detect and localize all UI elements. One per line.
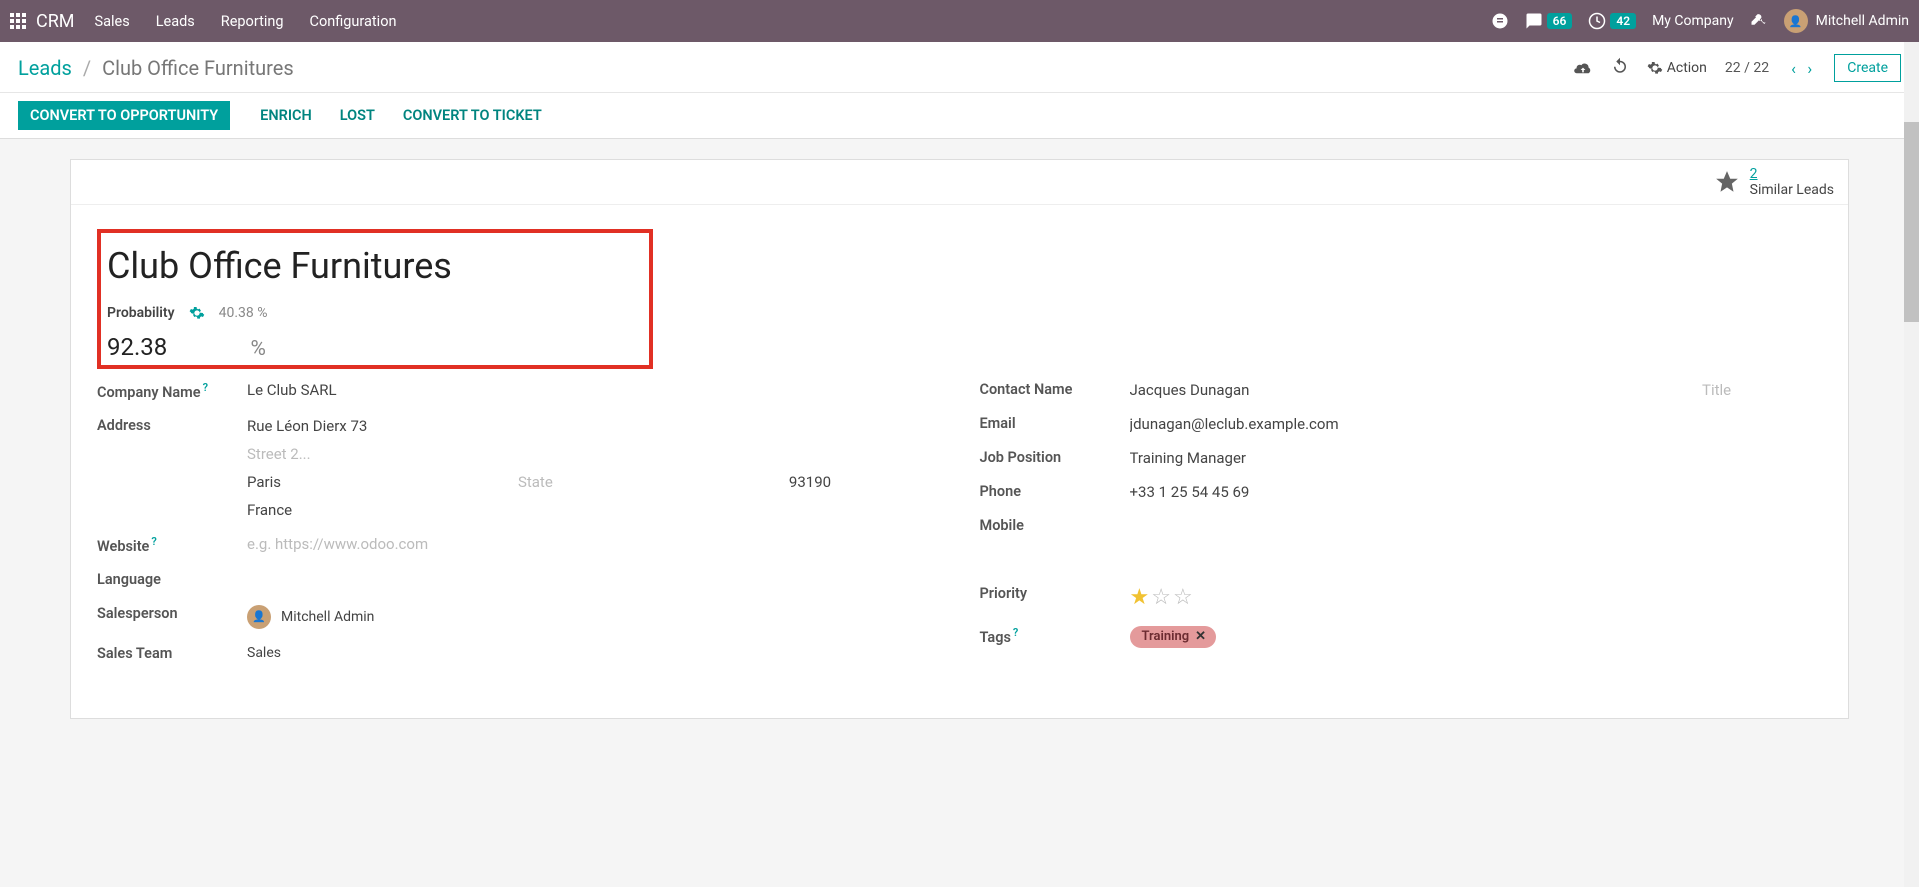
pager: 22 / 22: [1725, 60, 1769, 76]
pager-next[interactable]: ›: [1803, 59, 1816, 78]
chat-icon: [1525, 12, 1543, 30]
nav-leads[interactable]: Leads: [156, 13, 195, 30]
probability-input[interactable]: [107, 333, 247, 361]
priority-label: Priority: [980, 585, 1130, 610]
contact-label: Contact Name: [980, 381, 1130, 399]
activities-button[interactable]: 42: [1588, 12, 1636, 30]
crumb-current: Club Office Furnitures: [102, 56, 294, 80]
discuss-button[interactable]: 66: [1525, 12, 1573, 30]
star-2[interactable]: ☆: [1151, 585, 1173, 610]
mobile-label: Mobile: [980, 517, 1130, 535]
tags-label: Tags: [980, 629, 1011, 646]
state-input[interactable]: [518, 473, 769, 491]
control-panel: Leads / Club Office Furnitures Action 22…: [0, 42, 1919, 93]
nav-right: 66 42 My Company 👤 Mitchell Admin: [1491, 9, 1909, 33]
contact-title-input[interactable]: [1702, 381, 1822, 399]
avatar: 👤: [1784, 9, 1808, 33]
cloud-upload-icon[interactable]: [1573, 58, 1593, 78]
form-sheet: 2 Similar Leads Club Office Furnitures P…: [70, 159, 1849, 719]
pager-prev[interactable]: ‹: [1787, 59, 1800, 78]
percent-symbol: %: [250, 337, 265, 361]
help-icon[interactable]: ?: [203, 381, 208, 394]
salesperson-label: Salesperson: [97, 605, 247, 629]
contact-name-input[interactable]: [1130, 381, 1685, 399]
similar-label: Similar Leads: [1750, 182, 1834, 198]
enrich-button[interactable]: ENRICH: [248, 101, 324, 130]
action-label: Action: [1667, 60, 1707, 76]
language-label: Language: [97, 571, 247, 589]
salesteam-value[interactable]: Sales: [247, 645, 281, 661]
crumb-leads[interactable]: Leads: [18, 56, 72, 80]
tools-icon[interactable]: [1750, 12, 1768, 30]
nav-sales[interactable]: Sales: [95, 13, 130, 30]
address-label: Address: [97, 417, 247, 519]
company-input[interactable]: [247, 381, 940, 399]
country-input[interactable]: [247, 501, 940, 519]
salesperson-value[interactable]: Mitchell Admin: [281, 609, 374, 625]
phone-icon[interactable]: [1491, 12, 1509, 30]
company-selector[interactable]: My Company: [1652, 13, 1734, 29]
tag-label: Training: [1142, 629, 1190, 644]
email-input[interactable]: [1130, 415, 1823, 433]
city-input[interactable]: [247, 473, 498, 491]
language-input[interactable]: [247, 571, 940, 589]
highlight-box: Club Office Furnitures Probability 40.38…: [97, 229, 653, 369]
auto-probability-button[interactable]: [189, 305, 205, 321]
lost-button[interactable]: LOST: [328, 101, 387, 130]
salesteam-label: Sales Team: [97, 645, 247, 662]
convert-ticket-button[interactable]: CONVERT TO TICKET: [391, 101, 554, 130]
breadcrumb: Leads / Club Office Furnitures: [18, 56, 1573, 80]
undo-icon[interactable]: [1611, 57, 1629, 79]
mobile-input[interactable]: [1130, 517, 1823, 535]
position-label: Job Position: [980, 449, 1130, 467]
website-label: Website: [97, 538, 149, 555]
lead-title[interactable]: Club Office Furnitures: [107, 245, 643, 287]
star-icon: [1714, 169, 1740, 195]
similar-leads-button[interactable]: 2 Similar Leads: [1714, 166, 1834, 198]
gear-icon: [1647, 60, 1663, 76]
tag-training[interactable]: Training ✕: [1130, 626, 1217, 648]
zip-input[interactable]: [789, 473, 940, 491]
street-input[interactable]: [247, 417, 940, 435]
similar-count: 2: [1750, 166, 1834, 182]
street2-input[interactable]: [247, 445, 940, 463]
action-dropdown[interactable]: Action: [1647, 60, 1707, 76]
create-button[interactable]: Create: [1834, 54, 1901, 82]
position-input[interactable]: [1130, 449, 1823, 467]
activities-badge: 42: [1610, 13, 1636, 29]
chat-badge: 66: [1547, 13, 1573, 29]
help-icon[interactable]: ?: [151, 535, 156, 548]
right-column: Contact Name Email Job Position: [980, 381, 1823, 678]
scrollbar-thumb[interactable]: [1904, 122, 1919, 322]
probability-label: Probability: [107, 305, 175, 321]
pager-arrows: ‹ ›: [1787, 59, 1816, 78]
phone-label: Phone: [980, 483, 1130, 501]
phone-input[interactable]: [1130, 483, 1823, 501]
cp-right: Action 22 / 22 ‹ › Create: [1573, 54, 1901, 82]
website-input[interactable]: [247, 535, 940, 553]
nav-reporting[interactable]: Reporting: [221, 13, 284, 30]
crumb-sep: /: [83, 56, 91, 80]
star-1[interactable]: ★: [1130, 585, 1152, 610]
salesperson-avatar: 👤: [247, 605, 271, 629]
scrollbar[interactable]: [1904, 42, 1919, 887]
help-icon[interactable]: ?: [1013, 626, 1018, 639]
company-label: Company Name: [97, 384, 201, 401]
user-menu[interactable]: 👤 Mitchell Admin: [1784, 9, 1909, 33]
user-name: Mitchell Admin: [1816, 13, 1909, 29]
status-bar: CONVERT TO OPPORTUNITY ENRICH LOST CONVE…: [0, 93, 1919, 139]
email-label: Email: [980, 415, 1130, 433]
clock-icon: [1588, 12, 1606, 30]
nav-menu: Sales Leads Reporting Configuration: [95, 13, 1491, 30]
apps-icon[interactable]: [10, 13, 26, 29]
star-3[interactable]: ☆: [1173, 585, 1195, 610]
priority-stars: ★☆☆: [1130, 585, 1823, 610]
auto-probability-hint: 40.38 %: [219, 305, 268, 321]
convert-opportunity-button[interactable]: CONVERT TO OPPORTUNITY: [18, 101, 230, 130]
top-nav: CRM Sales Leads Reporting Configuration …: [0, 0, 1919, 42]
left-column: Company Name? Address: [97, 381, 940, 678]
nav-configuration[interactable]: Configuration: [310, 13, 397, 30]
brand[interactable]: CRM: [36, 11, 75, 32]
tag-remove-icon[interactable]: ✕: [1195, 629, 1206, 644]
